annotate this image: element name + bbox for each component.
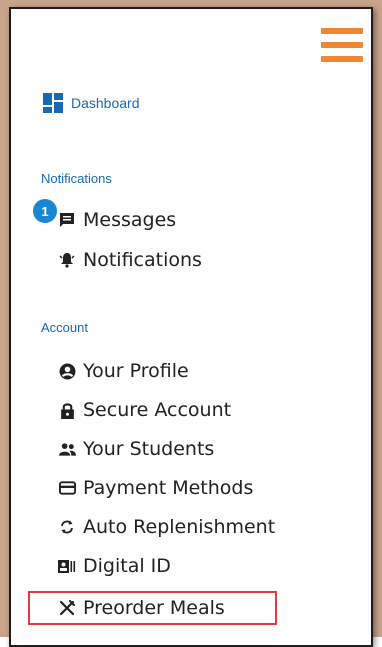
hamburger-bar <box>321 42 363 48</box>
section-title-notifications: Notifications <box>41 171 112 186</box>
sidebar-item-label: Notifications <box>83 249 202 271</box>
sidebar-item-auto-replenishment[interactable]: Auto Replenishment <box>57 513 275 541</box>
sidebar-item-label: Auto Replenishment <box>83 516 276 538</box>
sidebar-item-secure-account[interactable]: Secure Account <box>57 396 231 424</box>
sidebar-item-your-profile[interactable]: Your Profile <box>57 357 189 385</box>
sidebar-item-label: Messages <box>83 209 177 231</box>
lock-icon <box>57 400 77 420</box>
unread-count-badge: 1 <box>32 198 58 224</box>
message-icon <box>57 210 77 230</box>
sidebar-item-notifications[interactable]: Notifications <box>57 246 202 274</box>
highlight-box <box>28 591 277 625</box>
id-card-icon <box>57 556 77 576</box>
sidebar-item-dashboard[interactable]: Dashboard <box>43 93 140 113</box>
hamburger-bar <box>321 56 363 62</box>
sidebar-item-label: Dashboard <box>71 95 140 111</box>
hamburger-icon[interactable] <box>321 28 363 62</box>
sidebar-panel: Dashboard Notifications Messages 1 Notif… <box>9 7 373 647</box>
dashboard-grid-icon <box>43 93 63 113</box>
screenshot-frame: Dashboard Notifications Messages 1 Notif… <box>0 0 382 647</box>
sidebar-item-label: Your Students <box>83 438 215 460</box>
sidebar-item-label: Digital ID <box>83 555 171 577</box>
sidebar-item-messages[interactable]: Messages <box>57 206 176 234</box>
user-circle-icon <box>57 361 77 381</box>
section-title-account: Account <box>41 320 88 335</box>
hamburger-bar <box>321 28 363 34</box>
bell-icon <box>57 250 77 270</box>
sidebar-item-payment-methods[interactable]: Payment Methods <box>57 474 253 502</box>
group-icon <box>57 439 77 459</box>
sidebar-item-digital-id[interactable]: Digital ID <box>57 552 171 580</box>
sidebar-item-label: Payment Methods <box>83 477 254 499</box>
refresh-icon <box>57 517 77 537</box>
sidebar-item-label: Secure Account <box>83 399 232 421</box>
sidebar-item-your-students[interactable]: Your Students <box>57 435 214 463</box>
credit-card-icon <box>57 478 77 498</box>
sidebar-item-label: Your Profile <box>83 360 189 382</box>
